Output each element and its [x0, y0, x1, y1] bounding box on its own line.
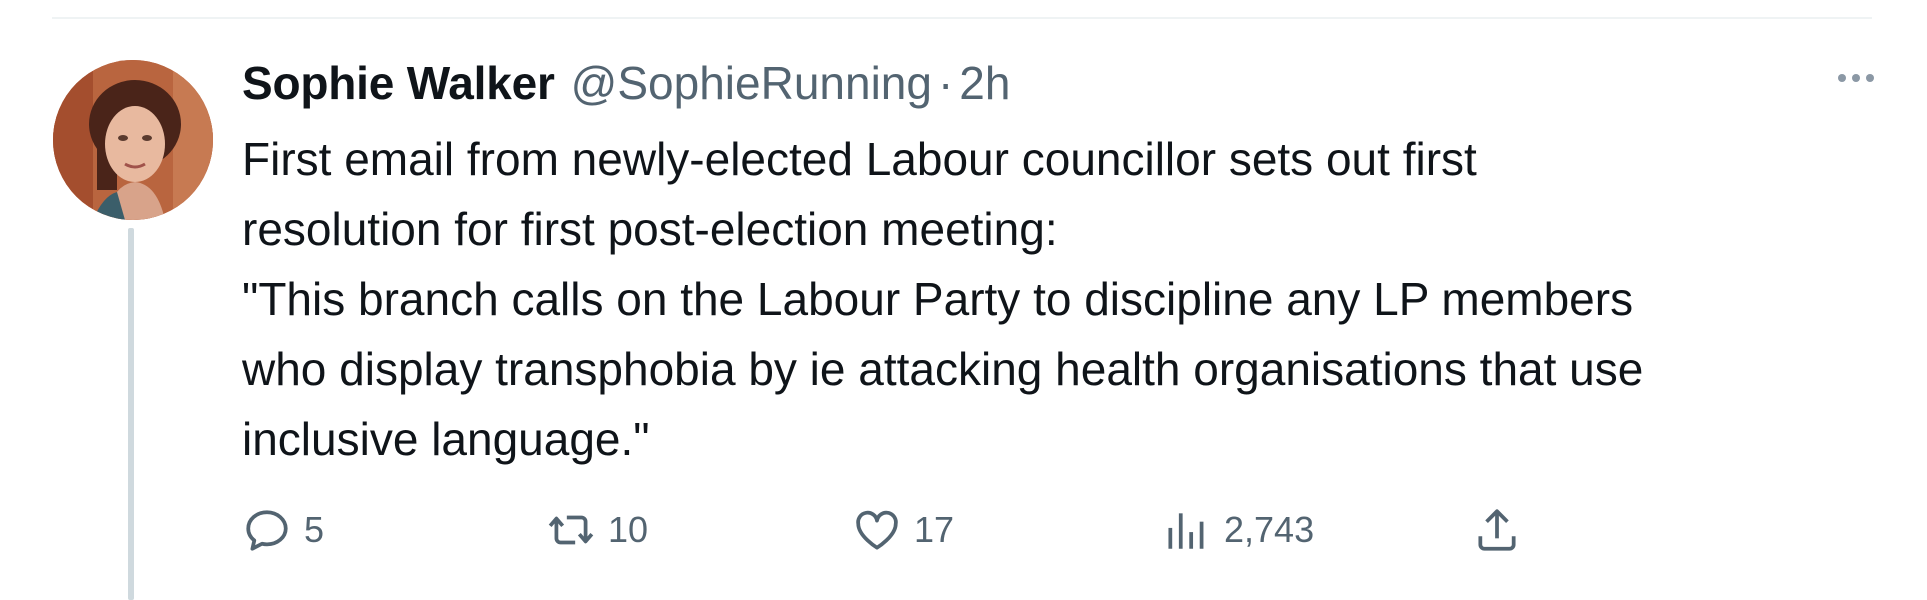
top-divider	[52, 17, 1872, 19]
more-icon	[1838, 74, 1846, 82]
reply-icon	[246, 510, 288, 551]
tweet-text-line: resolution for first post-election meeti…	[242, 203, 1058, 255]
tweet-text: First email from newly-elected Labour co…	[242, 124, 1842, 474]
share-icon	[1478, 509, 1516, 551]
tweet-actions: 5 10 17 2,743	[242, 498, 1542, 562]
like-button[interactable]: 17	[852, 498, 954, 562]
more-icon-dot	[1866, 74, 1874, 82]
tweet-text-line: "This branch calls on the Labour Party t…	[242, 273, 1634, 325]
retweet-icon	[548, 515, 594, 545]
tweet-text-line: inclusive language."	[242, 413, 650, 465]
tweet-text-line: First email from newly-elected Labour co…	[242, 133, 1477, 185]
avatar-photo	[53, 60, 213, 220]
heart-icon	[856, 510, 898, 550]
author-display-name[interactable]: Sophie Walker	[242, 56, 555, 110]
reply-button[interactable]: 5	[242, 498, 324, 562]
views-count: 2,743	[1224, 509, 1315, 550]
more-button[interactable]	[1838, 74, 1874, 82]
tweet-text-line: who display transphobia by ie attacking …	[242, 343, 1644, 395]
views-icon	[1168, 513, 1204, 549]
tweet-time[interactable]: 2h	[959, 56, 1010, 110]
retweet-count: 10	[608, 509, 649, 550]
author-handle[interactable]: @SophieRunning	[571, 56, 932, 110]
header-separator: ·	[937, 57, 954, 109]
thread-line	[128, 228, 134, 600]
share-button[interactable]	[1472, 498, 1522, 562]
views-button[interactable]: 2,743	[1162, 498, 1314, 562]
tweet-page: Sophie Walker @SophieRunning · 2h First …	[0, 0, 1927, 600]
more-icon-dot	[1852, 74, 1860, 82]
retweet-button[interactable]: 10	[546, 498, 648, 562]
tweet-header: Sophie Walker @SophieRunning · 2h	[242, 56, 1842, 116]
avatar[interactable]	[53, 60, 213, 220]
like-count: 17	[914, 509, 955, 550]
tweet-body: Sophie Walker @SophieRunning · 2h First …	[242, 56, 1842, 474]
reply-count: 5	[304, 509, 325, 550]
